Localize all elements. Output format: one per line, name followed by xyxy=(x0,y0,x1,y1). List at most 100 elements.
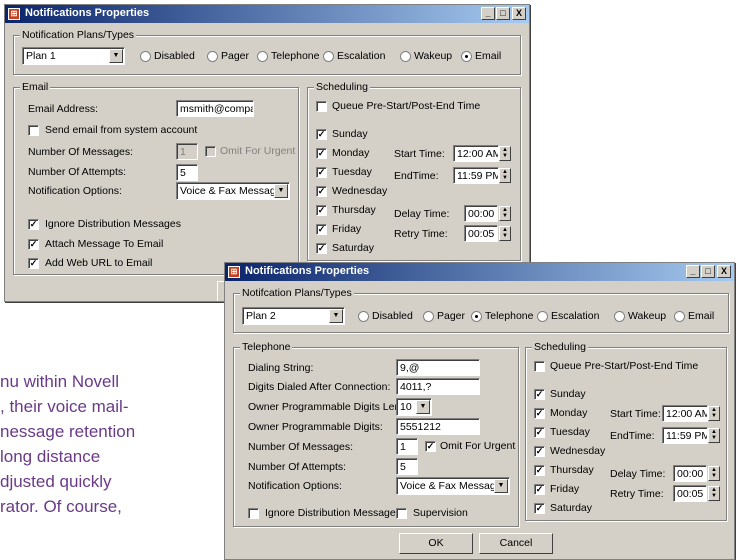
radio-escalation[interactable] xyxy=(323,51,334,62)
omit-urgent-checkbox[interactable]: ✓ xyxy=(425,441,436,452)
ignore-distribution-checkbox[interactable]: ✓ xyxy=(28,219,39,230)
number-of-attempts-input[interactable]: 5 xyxy=(176,164,198,181)
day-monday-checkbox[interactable]: ✓ xyxy=(534,408,545,419)
group-label: Scheduling xyxy=(314,81,370,93)
retry-time-input[interactable]: 00:05 xyxy=(464,225,498,242)
plan-select-value: Plan 2 xyxy=(246,310,276,322)
retry-time-spinner[interactable]: ▲ ▼ xyxy=(708,486,720,501)
queue-time-checkbox[interactable] xyxy=(316,101,327,112)
number-of-messages-input[interactable]: 1 xyxy=(176,143,198,160)
day-tuesday-checkbox[interactable]: ✓ xyxy=(534,427,545,438)
retry-time-input[interactable]: 00:05 xyxy=(673,485,707,502)
chevron-down-icon: ▼ xyxy=(494,479,508,493)
dialing-string-input[interactable]: 9,@ xyxy=(396,359,480,376)
end-time-label: EndTime: xyxy=(394,170,439,182)
minimize-button[interactable]: _ xyxy=(481,7,495,20)
article-text-line: nessage retention xyxy=(0,422,136,441)
day-saturday-checkbox[interactable]: ✓ xyxy=(534,503,545,514)
email-address-input[interactable]: msmith@company.cc xyxy=(176,100,254,117)
article-text-line: , their voice mail- xyxy=(0,397,129,416)
radio-escalation[interactable] xyxy=(537,311,548,322)
day-thursday-checkbox[interactable]: ✓ xyxy=(534,465,545,476)
radio-telephone[interactable] xyxy=(471,311,482,322)
delay-time-input[interactable]: 00:00 xyxy=(673,465,707,482)
day-saturday-label: Saturday xyxy=(332,242,375,254)
cancel-button[interactable]: Cancel xyxy=(479,533,553,554)
maximize-button[interactable]: □ xyxy=(701,265,715,278)
day-monday-checkbox[interactable]: ✓ xyxy=(316,148,327,159)
article-text-line: djusted quickly xyxy=(0,472,112,491)
day-monday-label: Monday xyxy=(332,147,370,159)
day-sunday-checkbox[interactable]: ✓ xyxy=(316,129,327,140)
radio-wakeup[interactable] xyxy=(400,51,411,62)
plan-select[interactable]: Plan 2 ▼ xyxy=(242,307,345,325)
notification-options-select[interactable]: Voice & Fax Messages ▼ xyxy=(176,182,290,200)
title-bar: ⊞ Notifications Properties _ □ X xyxy=(225,263,734,281)
radio-label-escalation: Escalation xyxy=(551,310,600,322)
number-of-attempts-input[interactable]: 5 xyxy=(396,458,418,475)
radio-pager[interactable] xyxy=(207,51,218,62)
omit-urgent-label: Omit For Urgent xyxy=(220,145,296,157)
notifications-window-email: ⊞ Notifications Properties _ □ X Notific… xyxy=(4,4,530,302)
queue-time-checkbox[interactable] xyxy=(534,361,545,372)
add-web-url-checkbox[interactable]: ✓ xyxy=(28,258,39,269)
radio-disabled[interactable] xyxy=(140,51,151,62)
radio-pager[interactable] xyxy=(423,311,434,322)
group-label: Scheduling xyxy=(532,341,588,353)
owner-digits-input[interactable]: 5551212 xyxy=(396,418,480,435)
radio-wakeup[interactable] xyxy=(614,311,625,322)
radio-email[interactable] xyxy=(461,51,472,62)
chevron-down-icon: ▼ xyxy=(329,309,343,323)
notification-options-select[interactable]: Voice & Fax Messages ▼ xyxy=(396,477,510,495)
start-time-spinner[interactable]: ▲ ▼ xyxy=(499,146,511,161)
start-time-spinner[interactable]: ▲ ▼ xyxy=(708,406,720,421)
email-address-label: Email Address: xyxy=(28,103,99,115)
radio-label-pager: Pager xyxy=(221,50,250,62)
radio-label-telephone: Telephone xyxy=(271,50,320,62)
close-button[interactable]: X xyxy=(512,7,526,20)
end-time-input[interactable]: 11:59 PM xyxy=(662,427,708,444)
omit-urgent-checkbox[interactable] xyxy=(205,146,216,157)
digits-after-connection-input[interactable]: 4011,? xyxy=(396,378,480,395)
supervision-checkbox[interactable] xyxy=(396,508,407,519)
day-tuesday-checkbox[interactable]: ✓ xyxy=(316,167,327,178)
day-friday-checkbox[interactable]: ✓ xyxy=(316,224,327,235)
radio-label-telephone: Telephone xyxy=(485,310,534,322)
day-wednesday-checkbox[interactable]: ✓ xyxy=(316,186,327,197)
end-time-input[interactable]: 11:59 PM xyxy=(453,167,499,184)
delay-time-input[interactable]: 00:00 xyxy=(464,205,498,222)
end-time-spinner[interactable]: ▲ ▼ xyxy=(499,168,511,183)
radio-label-disabled: Disabled xyxy=(372,310,413,322)
minimize-button[interactable]: _ xyxy=(686,265,700,278)
plan-select[interactable]: Plan 1 ▼ xyxy=(22,47,125,65)
day-wednesday-label: Wednesday xyxy=(332,185,388,197)
day-saturday-checkbox[interactable]: ✓ xyxy=(316,243,327,254)
start-time-input[interactable]: 12:00 AM xyxy=(662,405,708,422)
end-time-spinner[interactable]: ▲ ▼ xyxy=(708,428,720,443)
start-time-input[interactable]: 12:00 AM xyxy=(453,145,499,162)
maximize-button[interactable]: □ xyxy=(496,7,510,20)
day-friday-checkbox[interactable]: ✓ xyxy=(534,484,545,495)
radio-label-disabled: Disabled xyxy=(154,50,195,62)
delay-time-spinner[interactable]: ▲ ▼ xyxy=(499,206,511,221)
radio-email[interactable] xyxy=(674,311,685,322)
start-time-label: Start Time: xyxy=(394,148,445,160)
close-button[interactable]: X xyxy=(717,265,731,278)
day-thursday-checkbox[interactable]: ✓ xyxy=(316,205,327,216)
number-of-messages-input[interactable]: 1 xyxy=(396,438,418,455)
attach-message-checkbox[interactable]: ✓ xyxy=(28,239,39,250)
group-label: Notifcation Plans/Types xyxy=(240,287,354,299)
retry-time-spinner[interactable]: ▲ ▼ xyxy=(499,226,511,241)
day-sunday-checkbox[interactable]: ✓ xyxy=(534,389,545,400)
title-bar: ⊞ Notifications Properties _ □ X xyxy=(5,5,529,23)
ok-button[interactable]: OK xyxy=(399,533,473,554)
owner-digits-length-select[interactable]: 10 ▼ xyxy=(396,398,432,416)
delay-time-spinner[interactable]: ▲ ▼ xyxy=(708,466,720,481)
day-wednesday-checkbox[interactable]: ✓ xyxy=(534,446,545,457)
radio-disabled[interactable] xyxy=(358,311,369,322)
ignore-distribution-checkbox[interactable] xyxy=(248,508,259,519)
send-from-system-checkbox[interactable] xyxy=(28,125,39,136)
radio-telephone[interactable] xyxy=(257,51,268,62)
number-of-attempts-label: Number Of Attempts: xyxy=(248,461,347,473)
owner-digits-length-label: Owner Programmable Digits Length: xyxy=(248,401,418,413)
